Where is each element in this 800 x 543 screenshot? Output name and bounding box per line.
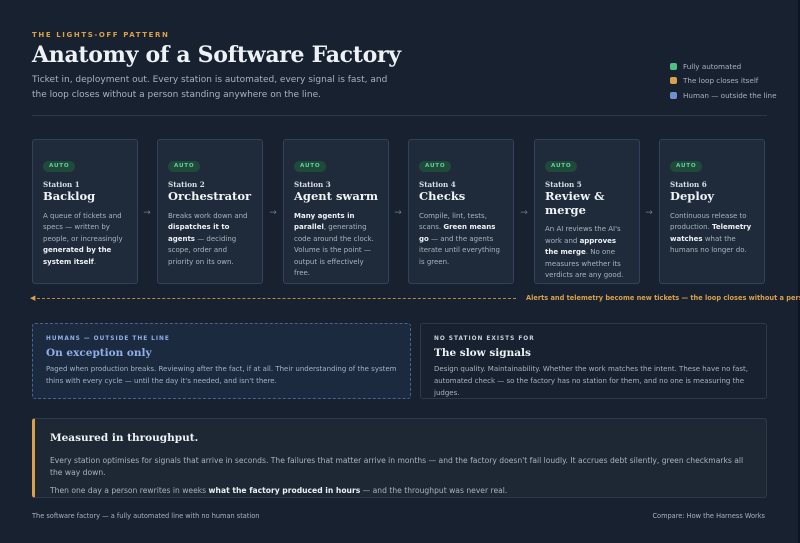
- legend-swatch: [670, 62, 677, 70]
- auto-badge: AUTO: [419, 161, 452, 172]
- panel-eyebrow: HUMANS — OUTSIDE THE LINE: [46, 336, 170, 342]
- station-name: Checks: [419, 189, 466, 203]
- panel-eyebrow: NO STATION EXISTS FOR: [434, 336, 535, 342]
- station-number: Station 3: [294, 180, 331, 189]
- station-description: Compile, lint, tests, scans. Green means…: [419, 211, 503, 269]
- station-description: An AI reviews the AI's work and approves…: [545, 224, 629, 282]
- arrow-right-icon: →: [269, 208, 277, 218]
- auto-badge: AUTO: [168, 161, 201, 172]
- callout-emphasis: what the factory produced in hours: [208, 486, 361, 495]
- compare-link[interactable]: Compare: How the Harness Works: [652, 512, 765, 520]
- description-text: .: [93, 257, 97, 266]
- station-number: Station 4: [419, 180, 456, 189]
- panel-title: The slow signals: [434, 347, 531, 359]
- station-description: A queue of tickets and specs — written b…: [43, 211, 127, 269]
- page-subtitle: Ticket in, deployment out. Every station…: [32, 75, 388, 100]
- description-text: , generating code around the clock. Volu…: [294, 223, 374, 278]
- arrow-right-icon: →: [394, 208, 402, 218]
- station-checks: AUTO Station 4 Checks Compile, lint, tes…: [408, 139, 514, 284]
- legend-swatch: [670, 77, 677, 85]
- legend-swatch: [670, 91, 677, 99]
- auto-badge: AUTO: [545, 161, 578, 172]
- station-name: Deploy: [670, 189, 715, 203]
- station-orchestrator: AUTO Station 2 Orchestrator Breaks work …: [157, 139, 263, 284]
- legend-item-automated: Fully automated: [670, 59, 777, 74]
- station-number: Station 6: [670, 180, 707, 189]
- arrow-right-icon: →: [143, 208, 151, 218]
- legend: Fully automated The loop closes itself H…: [670, 59, 777, 103]
- callout-text: Then one day a person rewrites in weeks: [50, 486, 209, 495]
- auto-badge: AUTO: [294, 161, 327, 172]
- slow-signals-panel: NO STATION EXISTS FOR The slow signals D…: [420, 323, 767, 399]
- arrow-left-icon: ◀: [30, 294, 36, 302]
- loop-caption: Alerts and telemetry become new tickets …: [526, 294, 800, 302]
- arrow-right-icon: →: [520, 208, 528, 218]
- human-panel: HUMANS — OUTSIDE THE LINE On exception o…: [32, 323, 411, 399]
- station-description: Many agents in parallel, generating code…: [294, 211, 378, 281]
- station-number: Station 5: [545, 180, 582, 189]
- legend-label: Human — outside the line: [683, 90, 777, 100]
- station-review-merge: AUTO Station 5 Review & merge An AI revi…: [534, 139, 640, 284]
- description-text: — and the agents iterate until everythin…: [419, 234, 500, 266]
- throughput-callout: Measured in throughput. Every station op…: [32, 418, 767, 498]
- callout-paragraph: Then one day a person rewrites in weeks …: [50, 485, 750, 497]
- eyebrow: THE LIGHTS-OFF PATTERN: [32, 31, 170, 39]
- legend-item-loop: The loop closes itself: [670, 74, 777, 89]
- station-name: Review & merge: [545, 189, 605, 217]
- legend-label: Fully automated: [683, 61, 742, 71]
- panel-title: On exception only: [46, 347, 152, 359]
- station-number: Station 2: [168, 180, 205, 189]
- station-backlog: AUTO Station 1 Backlog A queue of ticket…: [32, 139, 138, 284]
- callout-text: — and the throughput was never real.: [360, 486, 508, 495]
- station-name: Backlog: [43, 189, 96, 203]
- description-emphasis: generated by the system itself: [43, 246, 112, 266]
- station-description: Continuous release to production. Teleme…: [670, 211, 754, 257]
- callout-title: Measured in throughput.: [50, 432, 199, 444]
- legend-item-human: Human — outside the line: [670, 88, 777, 103]
- auto-badge: AUTO: [670, 161, 703, 172]
- diagram-canvas: THE LIGHTS-OFF PATTERN Anatomy of a Soft…: [0, 0, 800, 543]
- panel-body: Design quality. Maintainability. Whether…: [434, 365, 748, 397]
- arrow-right-icon: →: [645, 208, 653, 218]
- legend-label: The loop closes itself: [683, 76, 759, 86]
- station-agent-swarm: AUTO Station 3 Agent swarm Many agents i…: [283, 139, 389, 284]
- auto-badge: AUTO: [43, 161, 76, 172]
- panel-body: Paged when production breaks. Reviewing …: [46, 365, 397, 385]
- footer-caption: The software factory — a fully automated…: [32, 512, 260, 520]
- loop-back-line: [32, 298, 516, 299]
- description-text: A queue of tickets and specs — written b…: [43, 211, 123, 243]
- description-text: Breaks work down and: [168, 211, 248, 220]
- station-description: Breaks work down and dispatches it to ag…: [168, 211, 252, 269]
- station-number: Station 1: [43, 180, 80, 189]
- divider: [32, 115, 767, 116]
- callout-paragraph: Every station optimises for signals that…: [50, 456, 744, 477]
- station-name: Orchestrator: [168, 189, 252, 203]
- station-name: Agent swarm: [294, 189, 379, 203]
- page-title: Anatomy of a Software Factory: [32, 42, 401, 68]
- station-deploy: AUTO Station 6 Deploy Continuous release…: [659, 139, 765, 284]
